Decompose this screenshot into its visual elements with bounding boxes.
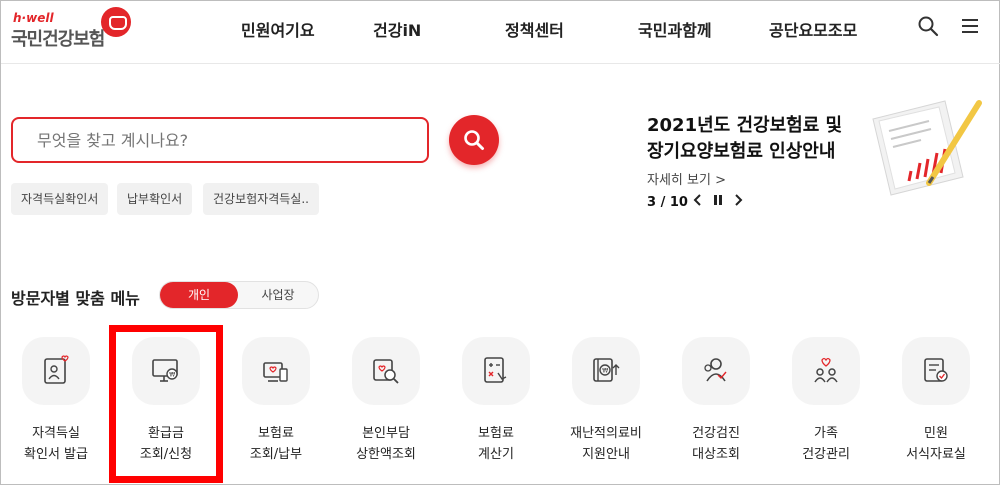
banner-title-line2: 장기요양보험료 인상안내 (647, 141, 836, 162)
pause-icon[interactable] (713, 193, 723, 211)
nav-item-health-in[interactable]: 건강iN (373, 17, 421, 41)
hamburger-menu-icon[interactable] (959, 15, 981, 37)
menu-section-title: 방문자별 맞춤 메뉴 (11, 289, 140, 308)
id-card-heart-icon (44, 355, 69, 384)
brand-tagline: h·well (13, 11, 54, 25)
svg-text:₩: ₩ (602, 368, 608, 375)
next-arrow-icon[interactable] (733, 193, 743, 211)
toggle-business[interactable]: 사업장 (239, 282, 317, 308)
menu-label-copay-limit: 본인부담 상한액조회 (356, 426, 416, 462)
menu-label-civil-forms: 민원 서식자료실 (906, 426, 966, 462)
brand-logo[interactable]: h·well 국민건강보험 (9, 7, 134, 50)
menu-tile-copay-limit[interactable] (352, 337, 420, 405)
banner-title[interactable]: 2021년도 건강보험료 및 장기요양보험료 인상안내 (647, 113, 867, 165)
header-divider (1, 63, 1000, 64)
bill-payment-icon (263, 362, 288, 382)
brand-name: 국민건강보험 (11, 29, 105, 50)
menu-tile-premium-payment[interactable] (242, 337, 310, 405)
book-won-icon: ₩ (593, 358, 620, 382)
menu-tile-civil-forms[interactable] (902, 337, 970, 405)
nav-item-corporation[interactable]: 공단요모조모 (769, 17, 857, 41)
nav-item-policy[interactable]: 정책센터 (505, 17, 564, 41)
banner-more-link[interactable]: 자세히 보기 > (647, 169, 726, 188)
toggle-individual[interactable]: 개인 (160, 282, 238, 308)
search-heart-icon (373, 359, 399, 384)
search-icon (464, 130, 484, 150)
calculator-icon (484, 357, 507, 383)
menu-tile-family-health[interactable] (792, 337, 860, 405)
people-check-icon (704, 358, 727, 382)
document-chart-illustration-icon (869, 97, 987, 197)
menu-label-family-health: 가족 건강관리 (802, 426, 850, 462)
banner-title-line1: 2021년도 건강보험료 및 (647, 115, 843, 136)
quick-link-qualification[interactable]: 자격득실확인서 (11, 183, 109, 215)
menu-label-catastrophic-medical: 재난적의료비 지원안내 (570, 426, 642, 462)
menu-label-health-checkup: 건강검진 대상조회 (692, 426, 740, 462)
menu-tile-qualification[interactable] (22, 337, 90, 405)
prev-arrow-icon[interactable] (693, 193, 703, 211)
menu-label-qualification: 자격득실 확인서 발급 (24, 426, 88, 462)
search-icon[interactable] (917, 15, 939, 37)
brand-mark-icon (101, 7, 131, 37)
highlight-box (109, 325, 223, 483)
banner-pager: 3 / 10 (647, 195, 688, 210)
menu-label-premium-payment: 보험료 조회/납부 (249, 426, 303, 462)
quick-link-payment[interactable]: 납부확인서 (117, 183, 193, 215)
menu-label-premium-calculator: 보험료 계산기 (478, 426, 514, 462)
nav-item-with-people[interactable]: 국민과함께 (638, 17, 712, 41)
family-heart-icon (814, 357, 838, 383)
search-button[interactable] (449, 115, 499, 165)
document-check-icon (924, 358, 948, 382)
menu-tile-premium-calculator[interactable] (462, 337, 530, 405)
menu-tile-catastrophic-medical[interactable]: ₩ (572, 337, 640, 405)
nav-item-civil[interactable]: 민원여기요 (241, 17, 315, 41)
menu-tile-health-checkup[interactable] (682, 337, 750, 405)
search-input[interactable] (11, 117, 429, 163)
quick-link-insurance-qualification[interactable]: 건강보험자격득실.. (203, 183, 319, 215)
